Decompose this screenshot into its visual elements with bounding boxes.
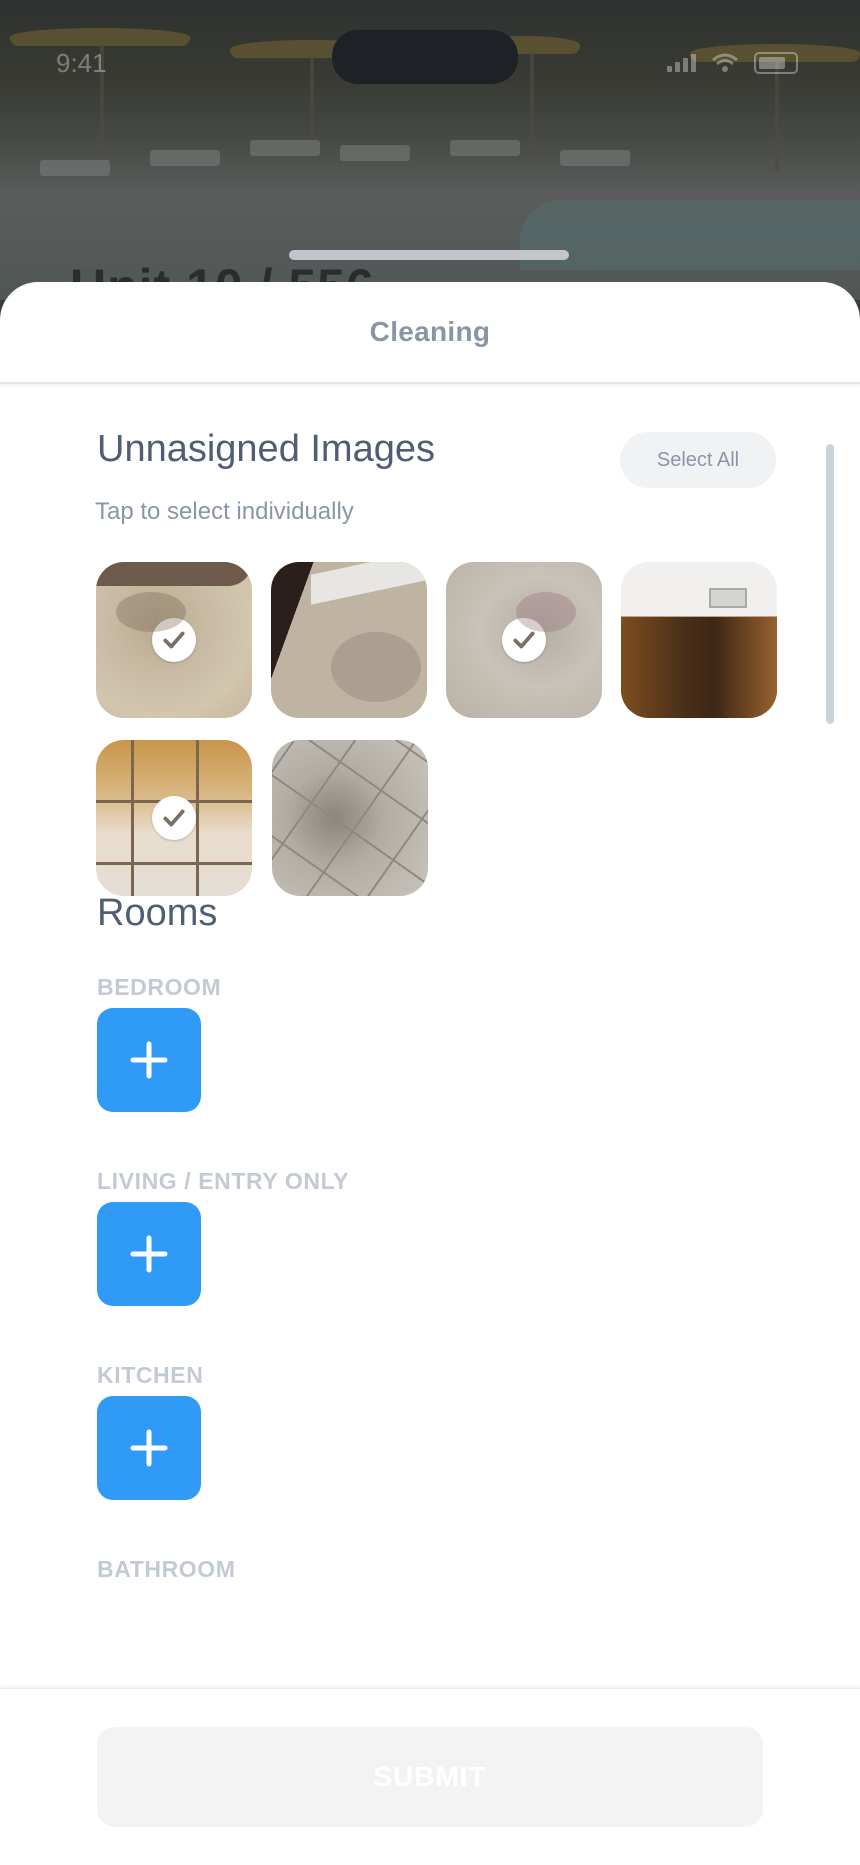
add-kitchen-image-button[interactable]: [97, 1396, 201, 1500]
sheet-header: Cleaning: [0, 282, 860, 384]
plus-icon: [130, 1429, 168, 1467]
image-thumbnail-6[interactable]: [272, 740, 428, 896]
check-icon: [152, 796, 196, 840]
plus-icon: [130, 1041, 168, 1079]
submit-button[interactable]: SUBMIT: [97, 1727, 763, 1827]
room-label-living-entry: LIVING / ENTRY ONLY: [97, 1168, 350, 1194]
image-thumbnail-3[interactable]: [446, 562, 602, 718]
status-time: 9:41: [56, 48, 107, 78]
dynamic-island: [332, 30, 518, 84]
room-label-bathroom: BATHROOM: [97, 1556, 236, 1582]
room-label-bedroom: BEDROOM: [97, 974, 222, 1000]
room-label-kitchen: KITCHEN: [97, 1362, 204, 1388]
rooms-title: Rooms: [97, 892, 218, 934]
image-thumbnail-4[interactable]: [621, 562, 777, 718]
image-thumbnail-5[interactable]: [96, 740, 252, 896]
signal-icon: [667, 54, 696, 72]
sheet-grabber[interactable]: [289, 250, 569, 260]
unassigned-images-title: Unnasigned Images: [97, 428, 435, 470]
footer: SUBMIT: [0, 1688, 860, 1865]
image-thumbnail-1[interactable]: [96, 562, 252, 718]
status-icons: [667, 52, 798, 74]
battery-icon: [754, 52, 798, 74]
bottom-sheet: Cleaning Unnasigned Images Select All Ta…: [0, 282, 860, 1864]
check-icon: [502, 618, 546, 662]
add-bedroom-image-button[interactable]: [97, 1008, 201, 1112]
plus-icon: [130, 1235, 168, 1273]
wifi-icon: [712, 53, 738, 72]
sheet-title: Cleaning: [369, 316, 491, 347]
select-all-button[interactable]: Select All: [620, 432, 776, 488]
image-thumbnail-2[interactable]: [271, 562, 427, 718]
unassigned-images-subtitle: Tap to select individually: [95, 498, 354, 525]
add-living-entry-image-button[interactable]: [97, 1202, 201, 1306]
scrollbar[interactable]: [826, 444, 834, 724]
check-icon: [152, 618, 196, 662]
